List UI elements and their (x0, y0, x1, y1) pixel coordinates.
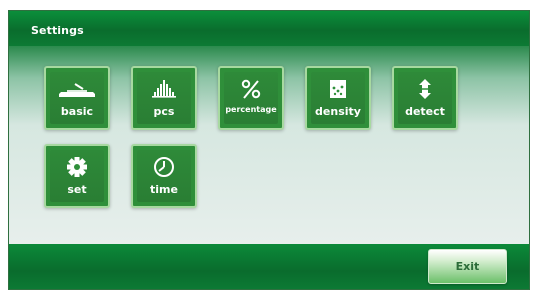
tile-percentage[interactable]: percentage (218, 66, 284, 130)
tile-density[interactable]: density (305, 66, 371, 130)
icon-grid: basic pcs percentage density detect set … (9, 46, 529, 244)
tile-set-label: set (67, 183, 87, 196)
tile-percentage-inner: percentage (224, 72, 278, 124)
tile-basic[interactable]: basic (44, 66, 110, 130)
tile-pcs-inner: pcs (137, 72, 191, 124)
tile-percentage-label: percentage (225, 105, 277, 114)
gear-icon (50, 156, 104, 178)
tile-detect-inner: detect (398, 72, 452, 124)
tile-basic-inner: basic (50, 72, 104, 124)
tile-time[interactable]: time (131, 144, 197, 208)
tile-pcs[interactable]: pcs (131, 66, 197, 130)
page-title: Settings (31, 24, 84, 37)
exit-button[interactable]: Exit (428, 249, 507, 284)
clock-icon (137, 156, 191, 178)
piece-count-icon (137, 78, 191, 100)
scale-icon (50, 78, 104, 100)
settings-window: Settings basic pcs percentage density de… (8, 10, 530, 290)
footer-bar: Exit (9, 244, 529, 289)
header-bar: Settings (9, 11, 529, 46)
tile-set-inner: set (50, 150, 104, 202)
tile-detect[interactable]: detect (392, 66, 458, 130)
tile-time-label: time (150, 183, 178, 196)
tile-detect-label: detect (405, 105, 445, 118)
detect-arrow-icon (398, 78, 452, 100)
tile-basic-label: basic (60, 105, 94, 118)
tile-pcs-label: pcs (153, 105, 175, 118)
tile-density-label: density (315, 105, 361, 118)
content-area: basic pcs percentage density detect set … (9, 46, 529, 244)
tile-density-inner: density (311, 72, 365, 124)
percent-icon (224, 78, 278, 100)
tile-time-inner: time (137, 150, 191, 202)
tile-set[interactable]: set (44, 144, 110, 208)
density-icon (311, 78, 365, 100)
